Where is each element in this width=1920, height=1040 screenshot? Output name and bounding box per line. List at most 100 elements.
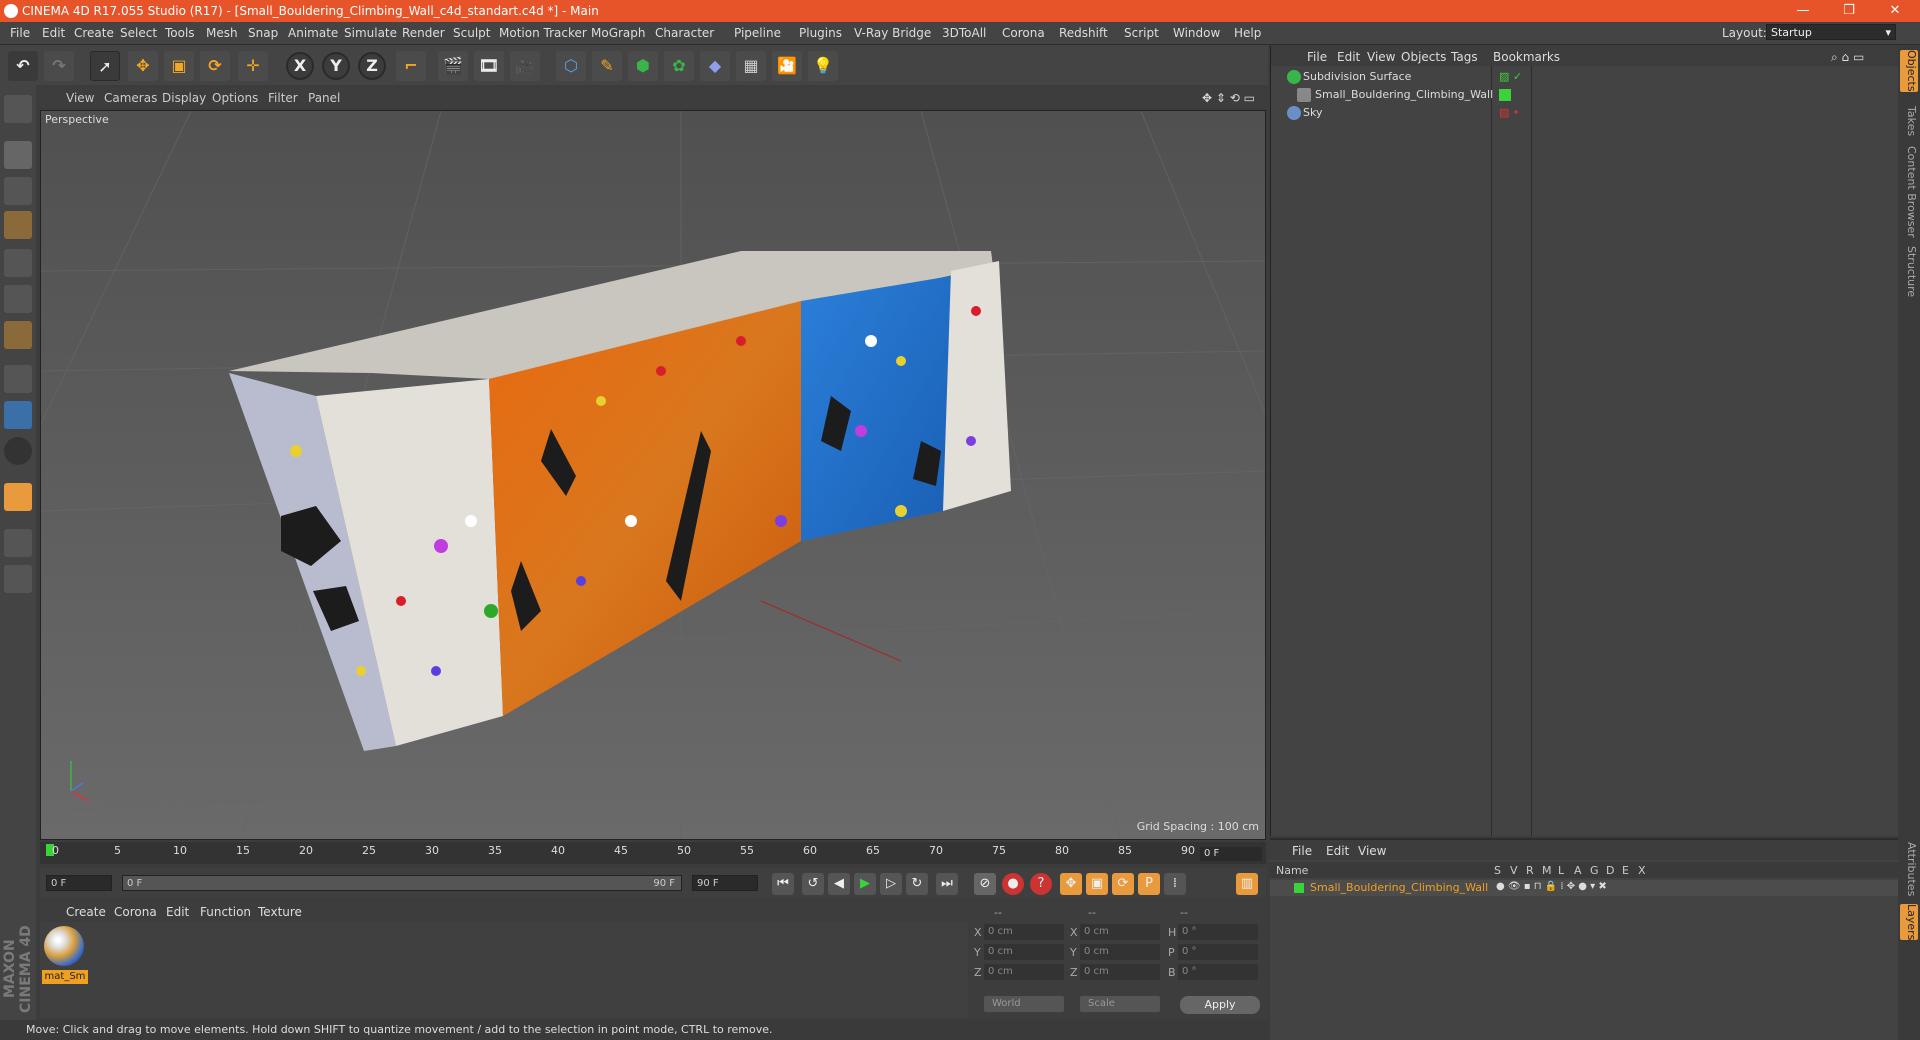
frame-range-slider[interactable]: 0 F 90 F xyxy=(122,875,682,891)
model-mode-icon[interactable] xyxy=(4,141,32,169)
viewport-menu-filter[interactable]: Filter xyxy=(268,91,298,105)
keyframe-selection-icon[interactable]: ? xyxy=(1030,873,1052,895)
lm-menu-view[interactable]: View xyxy=(1358,844,1386,858)
menu-vray-bridge[interactable]: V-Ray Bridge xyxy=(854,26,931,40)
position-z-field[interactable]: 0 cm xyxy=(984,964,1064,980)
light-icon[interactable]: 💡 xyxy=(808,51,838,81)
material-name[interactable]: mat_Sm xyxy=(42,970,88,984)
tweak-mode-icon[interactable] xyxy=(4,401,32,429)
menu-render[interactable]: Render xyxy=(402,26,445,40)
size-z-field[interactable]: 0 cm xyxy=(1080,964,1160,980)
size-x-field[interactable]: 0 cm xyxy=(1080,924,1160,940)
workplane-mode-icon[interactable] xyxy=(4,211,32,239)
layer-color-swatch[interactable] xyxy=(1294,883,1304,893)
menu-create[interactable]: Create xyxy=(74,26,114,40)
restore-button[interactable]: ❐ xyxy=(1826,0,1872,22)
camera-icon[interactable]: 🎦 xyxy=(772,51,802,81)
visibility-dots-icon[interactable]: ▨ • xyxy=(1499,106,1519,119)
render-settings-icon[interactable]: 🎥 xyxy=(510,51,540,81)
menu-simulate[interactable]: Simulate xyxy=(344,26,397,40)
axis-x-lock[interactable]: X xyxy=(286,52,314,80)
previous-key-icon[interactable]: ↺ xyxy=(802,873,824,895)
floor-icon[interactable]: ▦ xyxy=(736,51,766,81)
key-position-icon[interactable]: ✥ xyxy=(1060,873,1082,895)
render-picture-viewer-icon[interactable]: 🎞 xyxy=(474,51,504,81)
coordinate-mode-dropdown[interactable]: World xyxy=(984,996,1064,1012)
mat-menu-edit[interactable]: Edit xyxy=(166,905,189,919)
next-key-icon[interactable]: ↻ xyxy=(906,873,928,895)
start-frame-field[interactable]: 0 F xyxy=(46,875,112,891)
grid-icon[interactable] xyxy=(4,565,32,593)
key-pla-icon[interactable]: ⁞ xyxy=(1164,873,1186,895)
key-parameter-icon[interactable]: P xyxy=(1138,873,1160,895)
previous-frame-icon[interactable]: ◀ xyxy=(828,873,850,895)
tab-takes[interactable]: Takes xyxy=(1900,106,1918,136)
layer-row[interactable]: Small_Bouldering_Climbing_Wall ● 👁 ▪ ⊓ 🔒… xyxy=(1270,880,1898,896)
layer-name[interactable]: Small_Bouldering_Climbing_Wall xyxy=(1310,881,1488,894)
viewport-nav-icons[interactable]: ✥ ⇕ ⟲ ▭ xyxy=(1202,91,1255,105)
autokey-icon[interactable]: ● xyxy=(1002,873,1024,895)
menu-help[interactable]: Help xyxy=(1234,26,1261,40)
material-preview[interactable] xyxy=(44,926,84,966)
layer-color-swatch[interactable] xyxy=(1499,89,1511,101)
coordinate-system-icon[interactable]: ⌐ xyxy=(396,51,426,81)
record-active-icon[interactable]: ⊘ xyxy=(974,873,996,895)
play-icon[interactable]: ▶ xyxy=(854,873,876,895)
redo-icon[interactable]: ↷ xyxy=(44,51,74,81)
3d-viewport[interactable]: Perspective Grid Spacing : 100 cm xyxy=(40,110,1266,840)
key-scale-icon[interactable]: ▣ xyxy=(1086,873,1108,895)
axis-z-lock[interactable]: Z xyxy=(358,52,386,80)
object-name[interactable]: Small_Bouldering_Climbing_Wall xyxy=(1315,88,1493,101)
current-frame-field[interactable]: 0 F xyxy=(1200,847,1262,861)
layer-toggle-icons[interactable]: ● 👁 ▪ ⊓ 🔒 ⁞ ✥ ● ▾ ✖ xyxy=(1496,881,1607,892)
live-selection-icon[interactable]: ✛ xyxy=(238,51,268,81)
menu-mesh[interactable]: Mesh xyxy=(206,26,238,40)
make-editable-icon[interactable] xyxy=(4,95,32,123)
menu-tools[interactable]: Tools xyxy=(165,26,195,40)
lm-menu-edit[interactable]: Edit xyxy=(1326,844,1349,858)
om-menu-file[interactable]: File xyxy=(1307,50,1327,64)
menu-window[interactable]: Window xyxy=(1173,26,1220,40)
axis-mode-icon[interactable] xyxy=(4,365,32,393)
tab-structure[interactable]: Structure xyxy=(1900,246,1918,297)
menu-edit[interactable]: Edit xyxy=(42,26,65,40)
position-x-field[interactable]: 0 cm xyxy=(984,924,1064,940)
magnet-icon[interactable] xyxy=(4,483,32,511)
menu-snap[interactable]: Snap xyxy=(248,26,278,40)
go-to-end-icon[interactable]: ⏭ xyxy=(936,873,958,895)
object-row[interactable]: Sky ▨ • xyxy=(1273,104,1893,122)
rotation-p-field[interactable]: 0 ° xyxy=(1178,944,1258,960)
points-mode-icon[interactable] xyxy=(4,249,32,277)
axis-y-lock[interactable]: Y xyxy=(322,52,350,80)
rotate-tool-icon[interactable]: ⟳ xyxy=(200,51,230,81)
array-icon[interactable]: ✿ xyxy=(664,51,694,81)
menu-3dtoall[interactable]: 3DToAll xyxy=(942,26,986,40)
apply-button[interactable]: Apply xyxy=(1180,996,1260,1014)
viewport-menu-cameras[interactable]: Cameras xyxy=(104,91,157,105)
rotation-b-field[interactable]: 0 ° xyxy=(1178,964,1258,980)
tab-content-browser[interactable]: Content Browser xyxy=(1900,146,1918,238)
object-row[interactable]: Small_Bouldering_Climbing_Wall xyxy=(1273,86,1893,104)
om-menu-objects[interactable]: Objects xyxy=(1401,50,1446,64)
om-search-icon[interactable]: ⌕ ⌂ ▭ xyxy=(1831,50,1864,65)
polygons-mode-icon[interactable] xyxy=(4,321,32,349)
cube-primitive-icon[interactable]: ⬡ xyxy=(556,51,586,81)
menu-motion-tracker[interactable]: Motion Tracker xyxy=(499,26,587,40)
object-name[interactable]: Sky xyxy=(1303,106,1322,119)
om-menu-bookmarks[interactable]: Bookmarks xyxy=(1493,50,1560,64)
go-to-start-icon[interactable]: ⏮ xyxy=(772,873,794,895)
mat-menu-function[interactable]: Function xyxy=(200,905,251,919)
close-button[interactable]: ✕ xyxy=(1872,0,1918,22)
spline-pen-icon[interactable]: ✎ xyxy=(592,51,622,81)
mat-menu-corona[interactable]: Corona xyxy=(114,905,157,919)
menu-mograph[interactable]: MoGraph xyxy=(591,26,646,40)
menu-sculpt[interactable]: Sculpt xyxy=(453,26,490,40)
menu-pipeline[interactable]: Pipeline xyxy=(734,26,781,40)
next-frame-icon[interactable]: ▷ xyxy=(880,873,902,895)
snapping-icon[interactable] xyxy=(4,437,32,465)
texture-mode-icon[interactable] xyxy=(4,177,32,205)
deformer-icon[interactable]: ◆ xyxy=(700,51,730,81)
minimize-button[interactable]: — xyxy=(1780,0,1826,22)
menu-script[interactable]: Script xyxy=(1124,26,1159,40)
rotation-h-field[interactable]: 0 ° xyxy=(1178,924,1258,940)
